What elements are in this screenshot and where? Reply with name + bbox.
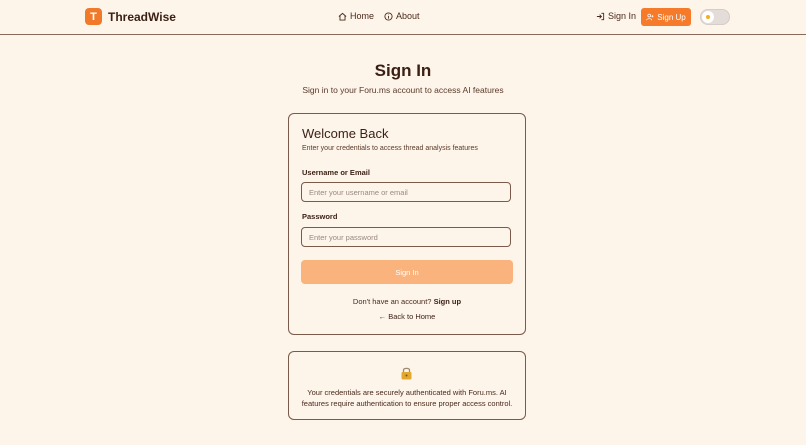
header-sign-in-label: Sign In [608, 11, 637, 21]
logo-icon: T [85, 8, 102, 25]
security-info-text: Your credentials are securely authentica… [301, 388, 513, 408]
login-icon [596, 12, 605, 20]
main-nav: Home About [338, 11, 420, 21]
password-input[interactable] [301, 227, 511, 247]
header-sign-up-button[interactable]: Sign Up [641, 8, 691, 26]
back-to-home-link[interactable]: ← Back to Home [289, 312, 525, 321]
nav-home-label: Home [350, 11, 375, 21]
home-icon [338, 12, 347, 21]
nav-home-link[interactable]: Home [338, 11, 374, 21]
nav-about-label: About [396, 11, 420, 21]
sign-up-link[interactable]: Sign up [434, 297, 462, 306]
security-info-card: Your credentials are securely authentica… [288, 351, 526, 420]
theme-toggle-knob [702, 11, 714, 23]
username-input[interactable] [301, 182, 511, 202]
card-description: Enter your credentials to access thread … [302, 145, 478, 152]
sign-in-card: Welcome Back Enter your credentials to a… [288, 113, 526, 335]
page-subtitle: Sign in to your Foru.ms account to acces… [302, 85, 504, 95]
signup-prompt: Don't have an account? Sign up [289, 297, 525, 306]
brand[interactable]: T ThreadWise [85, 8, 176, 25]
sun-icon [706, 15, 710, 19]
page-title: Sign In [374, 61, 432, 80]
username-label: Username or Email [302, 168, 370, 177]
user-plus-icon [646, 13, 654, 21]
brand-name: ThreadWise [108, 9, 176, 24]
no-account-text: Don't have an account? [352, 297, 432, 306]
header-sign-in-link[interactable]: Sign In [596, 11, 636, 21]
header-sign-up-label: Sign Up [657, 12, 686, 22]
info-icon [384, 11, 393, 21]
sign-in-submit-button[interactable]: Sign In [301, 260, 513, 284]
nav-about-link[interactable]: About [384, 11, 420, 21]
password-label: Password [302, 212, 338, 221]
theme-toggle[interactable] [700, 9, 730, 25]
lock-icon [401, 367, 412, 380]
top-navigation-bar: T ThreadWise Home About Sign In Sign Up [0, 0, 806, 35]
card-title: Welcome Back [302, 126, 389, 141]
